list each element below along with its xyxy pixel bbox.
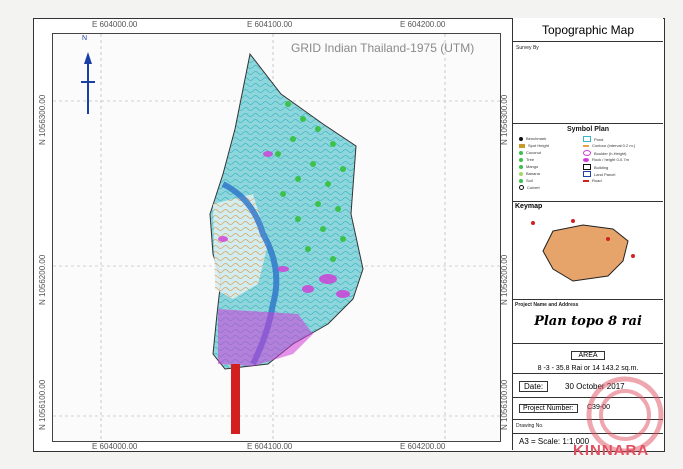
brand-watermark: KINNARA [573, 442, 650, 459]
title-box: Topographic Map [513, 18, 663, 42]
top-coord-2: E 604100.00 [247, 20, 293, 29]
bottom-coord-2: E 604100.00 [247, 442, 293, 451]
north-arrow [81, 52, 95, 114]
left-coord-3: N 1056100.00 [38, 379, 47, 430]
project-name-label: Project Name and Address [515, 302, 579, 308]
bottom-coord-1: E 604000.00 [92, 442, 138, 451]
legend-road: Road [583, 178, 602, 183]
rock-zone [218, 309, 313, 366]
north-label: N [82, 35, 88, 42]
survey-box: Survey By [513, 42, 663, 124]
project-number-label: Project Number: [519, 404, 578, 413]
symbol-plan-title: Symbol Plan [566, 126, 609, 133]
plan-name: Plan topo 8 rai [534, 314, 642, 329]
symbol-plan-box: Symbol Plan Benchmark Spot Height Coconu… [513, 124, 663, 202]
keymap-graphic [531, 219, 635, 282]
bottom-coord-3: E 604200.00 [400, 442, 446, 451]
top-coord-3: E 604200.00 [400, 20, 446, 29]
legend-benchmark: Benchmark [519, 136, 546, 141]
top-coord-1: E 604000.00 [92, 20, 138, 29]
legend-culvert: Culvert [519, 185, 540, 190]
legend-building: Building [583, 164, 608, 170]
project-name-box: Project Name and Address Plan topo 8 rai [513, 300, 663, 344]
left-coord-2: N 1056200.00 [38, 254, 47, 305]
grid-title: GRID Indian Thailand-1975 (UTM) [291, 41, 475, 55]
left-coord-1: N 1056300.00 [38, 94, 47, 145]
map-frame: GRID Indian Thailand-1975 (UTM) N [52, 33, 501, 442]
survey-by-label: Survey By [516, 45, 539, 51]
legend-spot-height: Spot Height [519, 143, 549, 148]
legend-rock: Rock / height 0-0.7m [583, 157, 629, 162]
legend-boulder: Boulder (h.Height) [583, 150, 626, 156]
keymap-title: Keymap [515, 203, 543, 210]
road-strip [231, 364, 240, 434]
date-label: Date: [519, 381, 549, 392]
keymap-box: Keymap [513, 202, 663, 300]
panel-title: Topographic Map [541, 23, 635, 37]
right-coord-1: N 1056300.00 [500, 94, 509, 145]
legend-land-parcel: Land Parcel [583, 171, 615, 177]
drawing-label: Drawing No. [516, 423, 544, 429]
legend-mango: Mango [519, 164, 538, 169]
topographic-plot [53, 34, 500, 441]
legend-coconut: Coconut [519, 150, 541, 155]
legend-banana: Banana [519, 171, 540, 176]
legend-pond: Pond [583, 136, 603, 142]
legend-contour: Contour (interval 0.2 m.) [583, 143, 635, 148]
legend-tree: Tree [519, 157, 534, 162]
right-coord-3: N 1056100.00 [500, 379, 509, 430]
right-coord-2: N 1056200.00 [500, 254, 509, 305]
legend-soil: Soil [519, 178, 533, 183]
area-label: AREA [571, 351, 605, 360]
